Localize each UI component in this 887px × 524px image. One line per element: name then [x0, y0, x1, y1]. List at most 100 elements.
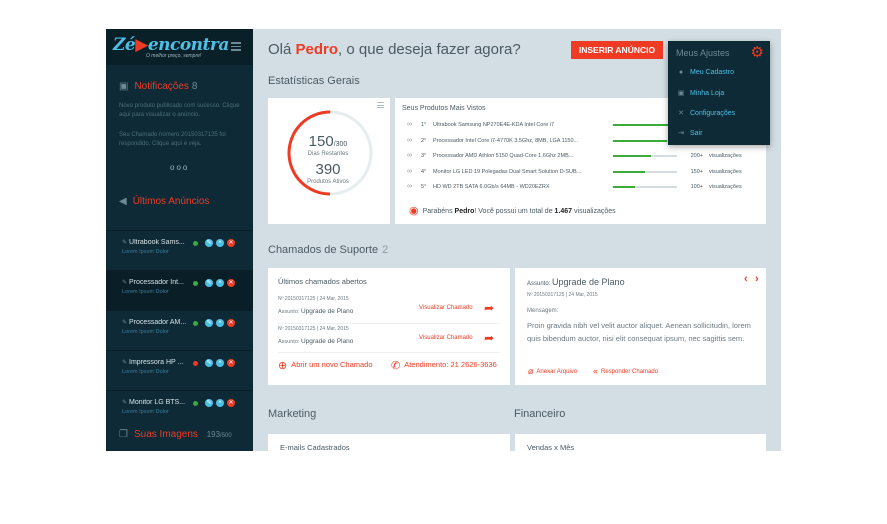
more-notifications-button[interactable]: ooo	[170, 163, 189, 172]
ticket-subject-label: Assunto:	[278, 309, 301, 315]
support-title: Chamados de Suporte	[268, 244, 379, 256]
total-views: 1.467	[554, 208, 573, 215]
status-dot	[193, 401, 198, 406]
view-icon[interactable]: •	[216, 359, 224, 367]
product-rank: 4°	[421, 168, 427, 175]
notifications-title: Notificações	[134, 81, 189, 92]
hamburger-menu-icon[interactable]	[231, 42, 241, 53]
views-bar-fill	[613, 139, 668, 142]
delete-icon[interactable]: ✕	[227, 399, 235, 407]
ad-name-text: Monitor LG BTS...	[129, 399, 186, 406]
ad-list-item[interactable]: ✎ Ultrabook Sams... Lorem Ipsum Dolor ✎ • ✕	[106, 230, 253, 270]
menu-item-my-store[interactable]: ▣ Minha Loja	[676, 89, 725, 97]
ad-list-item[interactable]: ✎ Processador Int... Lorem Ipsum Dolor ✎ • ✕	[106, 270, 253, 310]
view-icon[interactable]: •	[216, 279, 224, 287]
notifications-count: 8	[191, 81, 198, 92]
delete-icon[interactable]: ✕	[227, 239, 235, 247]
ad-list-item[interactable]: ✎ Processador AM... Lorem Ipsum Dolor ✎ • ✕	[106, 310, 253, 350]
view-icon[interactable]: •	[216, 319, 224, 327]
ticket-subject: Assunto: Upgrade de Plano	[278, 308, 353, 315]
ad-name-text: Impressora HP ...	[129, 359, 184, 366]
view-icon[interactable]: •	[216, 399, 224, 407]
sales-per-month-title: Vendas x Mês	[527, 443, 575, 451]
menu-item-my-account[interactable]: ● Meu Cadastro	[676, 69, 734, 76]
status-dot	[193, 281, 198, 286]
card-menu-icon[interactable]	[377, 102, 384, 110]
share-arrow-icon[interactable]: ➦	[484, 331, 494, 345]
next-ticket-icon[interactable]: ›	[755, 273, 759, 285]
tools-icon: ✕	[678, 110, 684, 117]
ad-list-item[interactable]: ✎ Monitor LG BTS... Lorem Ipsum Dolor ✎ • ✕	[106, 390, 253, 430]
menu-item-logout[interactable]: ⇥ Sair	[676, 129, 702, 137]
ticket-detail-card: Assunto: Upgrade de Plano Nº 20150317125…	[515, 268, 766, 385]
reply-ticket-button[interactable]: «Responder Chamado	[593, 366, 658, 376]
product-name: Processador Intel Core i7-4770K 3.5Ghz, …	[433, 137, 579, 144]
images-count-value: 193	[206, 430, 221, 439]
views-label: visualizações	[709, 168, 742, 175]
insert-ad-button[interactable]: INSERIR ANÚNCIO	[571, 41, 663, 59]
support-count: 2	[382, 244, 389, 256]
support-list-title: Últimos chamados abertos	[278, 277, 367, 286]
views-bar-fill	[613, 170, 645, 173]
menu-item-settings[interactable]: ✕ Configurações	[676, 109, 735, 117]
detail-subject-value: Upgrade de Plano	[552, 277, 625, 287]
notification-item[interactable]: Seu Chamado número 20150317125 foi respo…	[119, 131, 244, 148]
settings-dropdown: Meus Ajustes ⚙ ● Meu Cadastro ▣ Minha Loja…	[668, 41, 770, 145]
finance-heading: Financeiro	[514, 408, 566, 420]
delete-icon[interactable]: ✕	[227, 319, 235, 327]
images-heading[interactable]: ❐ Suas Imagens 193/500	[119, 429, 232, 440]
sidebar-header: Zé▶encontra O melhor preço, sempre!	[106, 29, 253, 65]
prev-ticket-icon[interactable]: ‹	[744, 273, 748, 285]
logo-mark: ▶	[135, 35, 148, 55]
marketing-card: E-mails Cadastrados	[268, 434, 510, 451]
support-list-card: Últimos chamados abertos Nº 20150317125 …	[268, 268, 510, 385]
views-label: visualizações	[709, 184, 742, 190]
megaphone-icon: ◀	[119, 196, 127, 207]
edit-icon[interactable]: ✎	[205, 319, 213, 327]
registered-emails-title: E-mails Cadastrados	[280, 443, 350, 451]
most-viewed-title: Seus Produtos Mais Vistos	[402, 105, 486, 112]
congrats-mid: ! Você possui um total de	[474, 208, 555, 215]
ad-list-item[interactable]: ✎ Impressora HP ... Lorem Ipsum Dolor ✎ • ✕	[106, 350, 253, 390]
ticket-meta: Nº 20150317125 | 24 Mar, 2015	[278, 326, 349, 332]
greeting-suffix: , o que deseja fazer agora?	[338, 41, 521, 58]
settings-title[interactable]: Meus Ajustes	[676, 48, 730, 58]
reply-label: Responder Chamado	[601, 369, 659, 375]
notifications-heading[interactable]: ▣ Notificações 8	[119, 81, 197, 92]
marketing-heading: Marketing	[268, 408, 317, 420]
divider	[278, 323, 500, 324]
images-title: Suas Imagens	[133, 429, 198, 440]
new-ticket-button[interactable]: ⊕ Abrir um novo Chamado	[278, 359, 373, 372]
product-rank: 1°	[421, 122, 427, 128]
edit-icon[interactable]: ✎	[205, 399, 213, 407]
gear-icon[interactable]: ⚙	[751, 43, 764, 61]
active-products-count: 390	[315, 161, 341, 178]
attach-file-button[interactable]: ⌀ Anexar Arquivo	[528, 366, 577, 377]
finance-card: Vendas x Mês	[515, 434, 766, 451]
edit-icon[interactable]: ✎	[205, 279, 213, 287]
ad-name: ✎ Monitor LG BTS...	[122, 399, 192, 406]
views-bar	[613, 186, 677, 188]
share-arrow-icon[interactable]: ➦	[484, 301, 494, 315]
logo-tagline: O melhor preço, sempre!	[146, 53, 202, 59]
product-views: 100+	[690, 184, 703, 190]
paperclip-icon: ⌀	[528, 366, 534, 376]
ticket-item[interactable]: Nº 20150317125 | 24 Mar, 2015 Assunto: U…	[278, 296, 500, 326]
delete-icon[interactable]: ✕	[227, 279, 235, 287]
logo[interactable]: Zé▶encontra	[113, 35, 229, 55]
days-left-label: Dias Restantes	[307, 151, 349, 157]
edit-icon[interactable]: ✎	[205, 239, 213, 247]
views-bar	[613, 155, 677, 157]
edit-icon[interactable]: ✎	[205, 359, 213, 367]
view-ticket-link[interactable]: Visualizar Chamado	[419, 305, 473, 311]
most-viewed-row[interactable]: ∞ 3° Processador AMD Athlon 5150 Quad-Core…	[407, 151, 777, 163]
most-viewed-row[interactable]: ∞ 5° HD WD 2TB SATA 6.0Gb/s 64MB - WD20EZR…	[407, 182, 777, 194]
active-products-label: Produtos Ativos	[307, 179, 349, 185]
store-icon: ▣	[677, 90, 685, 97]
view-icon[interactable]: •	[216, 239, 224, 247]
ticket-subject-value: Upgrade de Plano	[300, 338, 354, 345]
notification-item[interactable]: Novo produto publicado com sucesso. Cliq…	[119, 102, 244, 119]
view-ticket-link[interactable]: Visualizar Chamado	[419, 335, 473, 341]
most-viewed-row[interactable]: ∞ 4° Monitor LG LED 19 Polegadas Dual Smar…	[407, 167, 777, 179]
delete-icon[interactable]: ✕	[227, 359, 235, 367]
